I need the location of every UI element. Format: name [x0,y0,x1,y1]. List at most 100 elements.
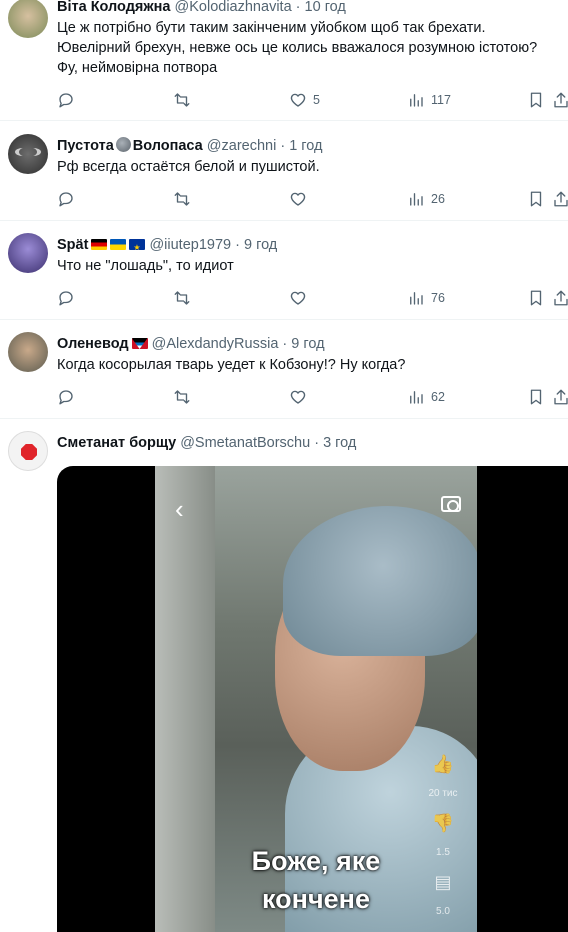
share-button[interactable] [552,288,568,308]
tweet-header: Пустота Волопаса @zarechni · 1 год [57,137,323,155]
tweet-text: Что не "лошадь", то идиот [57,256,560,276]
tweet-time[interactable]: 10 год [305,0,346,15]
share-button[interactable] [552,90,568,110]
share-button[interactable] [552,189,568,209]
avatar[interactable] [8,431,48,471]
video-caption-line: кончене [262,884,370,914]
author-handle[interactable]: @SmetanatBorschu [180,435,310,451]
retweet-button[interactable] [173,387,191,407]
views-button[interactable]: 76 [407,288,445,308]
author-name[interactable]: Сметанат борщу [57,435,176,451]
separator-dot: · [295,0,301,15]
share-button[interactable] [552,387,568,407]
reply-button[interactable] [57,90,75,110]
share-icon [554,389,568,405]
views-icon [410,94,423,107]
author-handle[interactable]: @iiutep1979 [149,237,231,253]
tweet-time[interactable]: 3 год [323,435,356,451]
tweet-text-line: Це ж потрібно бути таким закінченим уйоб… [57,20,486,36]
reply-icon [59,192,73,207]
retweet-icon [174,390,190,404]
views-count: 26 [431,192,445,206]
bookmark-button[interactable] [527,189,545,209]
share-icon [554,290,568,306]
tweet-text-line: Что не "лошадь", то идиот [57,258,234,274]
bookmark-icon [530,191,542,207]
tweet[interactable]: Spät @iiutep1979 · 9 год Что не "лошадь"… [0,221,568,320]
views-count: 62 [431,390,445,404]
bookmark-icon [530,389,542,405]
eu-flag-icon [129,239,146,250]
like-button[interactable]: 5 [289,90,320,110]
retweet-button[interactable] [173,90,191,110]
author-name[interactable]: Spät [57,237,88,253]
tweet-header: Spät @iiutep1979 · 9 год [57,236,277,254]
camera-icon[interactable] [441,496,461,512]
bookmark-button[interactable] [527,387,545,407]
back-icon[interactable]: ‹ [175,494,184,525]
views-icon [410,391,423,404]
retweet-button[interactable] [173,288,191,308]
author-name-part[interactable]: Пустота [57,138,114,154]
retweet-icon [174,192,190,206]
reply-icon [59,93,73,108]
reply-button[interactable] [57,387,75,407]
tweet[interactable]: Пустота Волопаса @zarechni · 1 год Рф все… [0,121,568,221]
tweet-header: Оленевод @AlexdandyRussia · 9 год [57,335,325,353]
avatar[interactable] [8,332,48,372]
retweet-button[interactable] [173,189,191,209]
bookmark-button[interactable] [527,90,545,110]
tweet-text-line: Когда косорылая тварь уедет к Кобзону!? … [57,357,406,373]
views-button[interactable]: 62 [407,387,445,407]
video-frame[interactable]: ‹ 👍 20 тис 👎 1.5 ▤ 5.0 Боже, яке кончене [155,466,477,932]
views-icon [410,193,423,206]
author-name[interactable]: Віта Колодяжна [57,0,171,15]
tweet-time[interactable]: 9 год [244,237,277,253]
globe-emoji-icon [115,137,131,152]
separator-dot: · [282,336,288,352]
thumbs-up-icon: 👍 [431,754,455,774]
tweet-actions: 26 [57,189,568,209]
reply-button[interactable] [57,189,75,209]
like-icon [290,390,306,404]
tweet-video[interactable]: ‹ 👍 20 тис 👎 1.5 ▤ 5.0 Боже, яке кончене [57,466,568,932]
reply-button[interactable] [57,288,75,308]
like-button[interactable] [289,387,307,407]
tweet-actions: 62 [57,387,568,407]
author-handle[interactable]: @Kolodiazhnavita [175,0,292,15]
tweet-actions: 76 [57,288,568,308]
tweet-time[interactable]: 9 год [291,336,324,352]
like-count: 5 [313,93,320,107]
bookmark-button[interactable] [527,288,545,308]
like-icon [290,93,306,107]
tweet-header: Віта Колодяжна @Kolodiazhnavita · 10 год [57,0,346,16]
video-like[interactable]: 👍 20 тис [423,754,463,799]
tweet[interactable]: Віта Колодяжна @Kolodiazhnavita · 10 год… [0,0,568,121]
retweet-icon [174,93,190,107]
tweet-time[interactable]: 1 год [289,138,322,154]
views-button[interactable]: 117 [407,90,451,110]
avatar[interactable] [8,134,48,174]
video-subject-headscarf [283,506,477,656]
video-caption-line: Боже, яке [251,846,381,876]
author-handle[interactable]: @zarechni [207,138,277,154]
like-button[interactable] [289,189,307,209]
like-icon [290,291,306,305]
like-button[interactable] [289,288,307,308]
author-handle[interactable]: @AlexdandyRussia [152,336,279,352]
views-button[interactable]: 26 [407,189,445,209]
bookmark-icon [530,92,542,108]
separator-dot: · [314,435,320,451]
author-name-part[interactable]: Волопаса [133,138,203,154]
tweet-text: Когда косорылая тварь уедет к Кобзону!? … [57,355,560,375]
retweet-icon [174,291,190,305]
separator-dot: · [280,138,286,154]
avatar[interactable] [8,233,48,273]
author-name[interactable]: Оленевод [57,336,129,352]
avatar[interactable] [8,0,48,38]
share-icon [554,92,568,108]
tweet-text-line: Фу, неймовірна потвора [57,60,218,76]
ukraine-flag-icon [110,239,127,250]
separator-dot: · [235,237,240,253]
tweet[interactable]: Оленевод @AlexdandyRussia · 9 год Когда … [0,320,568,419]
